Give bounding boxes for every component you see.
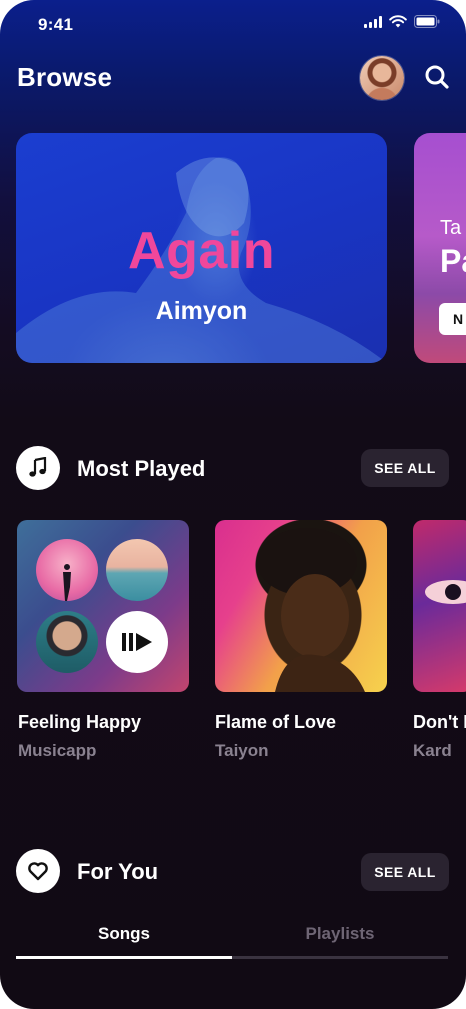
status-bar: 9:41 — [0, 0, 466, 50]
most-played-see-all-button[interactable]: SEE ALL — [361, 449, 449, 487]
most-played-title: Most Played — [77, 456, 206, 481]
featured-card-next[interactable]: Ta Pa N — [414, 133, 466, 363]
eye-artwork — [425, 580, 466, 604]
album-title[interactable]: Feeling Happy — [18, 712, 141, 733]
tab-playlists[interactable]: Playlists — [232, 924, 448, 944]
signal-icon — [364, 15, 382, 28]
avatar[interactable] — [360, 56, 404, 100]
featured-subtitle: Ta — [440, 217, 462, 239]
album-art-dont[interactable] — [413, 520, 466, 692]
album-artist: Kard — [413, 741, 452, 760]
album-artist: Taiyon — [215, 741, 269, 760]
album-title[interactable]: Flame of Love — [215, 712, 336, 733]
status-time: 9:41 — [38, 15, 74, 34]
album-artist: Musicapp — [18, 741, 97, 760]
featured-artist: Aimyon — [155, 297, 248, 325]
music-note-icon — [16, 446, 60, 490]
album-art-flame-of-love[interactable] — [215, 520, 387, 692]
phone-screen: 9:41 Browse Again Aimyon Ta P N Most Pla… — [0, 0, 466, 1009]
status-icons — [364, 15, 440, 28]
album-art-feeling-happy[interactable] — [17, 520, 189, 692]
play-queue-icon[interactable] — [106, 611, 168, 673]
search-icon — [425, 65, 449, 89]
for-you-title: For You — [77, 859, 159, 884]
featured-card-again[interactable]: Again Aimyon — [16, 133, 387, 363]
collage-image — [36, 611, 98, 673]
heart-icon — [16, 849, 60, 893]
featured-title-2: Pa — [440, 243, 466, 279]
battery-icon — [414, 15, 440, 28]
tab-songs[interactable]: Songs — [16, 924, 232, 944]
collage-image — [36, 539, 98, 601]
featured-button[interactable]: N — [439, 303, 466, 335]
page-title: Browse — [17, 62, 113, 92]
for-you-see-all-button[interactable]: SEE ALL — [361, 853, 449, 891]
featured-title: Again — [128, 222, 275, 280]
tab-active-indicator — [16, 956, 232, 959]
portrait-artwork — [257, 528, 365, 692]
wifi-icon — [389, 15, 407, 28]
album-title[interactable]: Don't F — [413, 712, 466, 733]
search-button[interactable] — [420, 60, 454, 94]
collage-image — [106, 539, 168, 601]
